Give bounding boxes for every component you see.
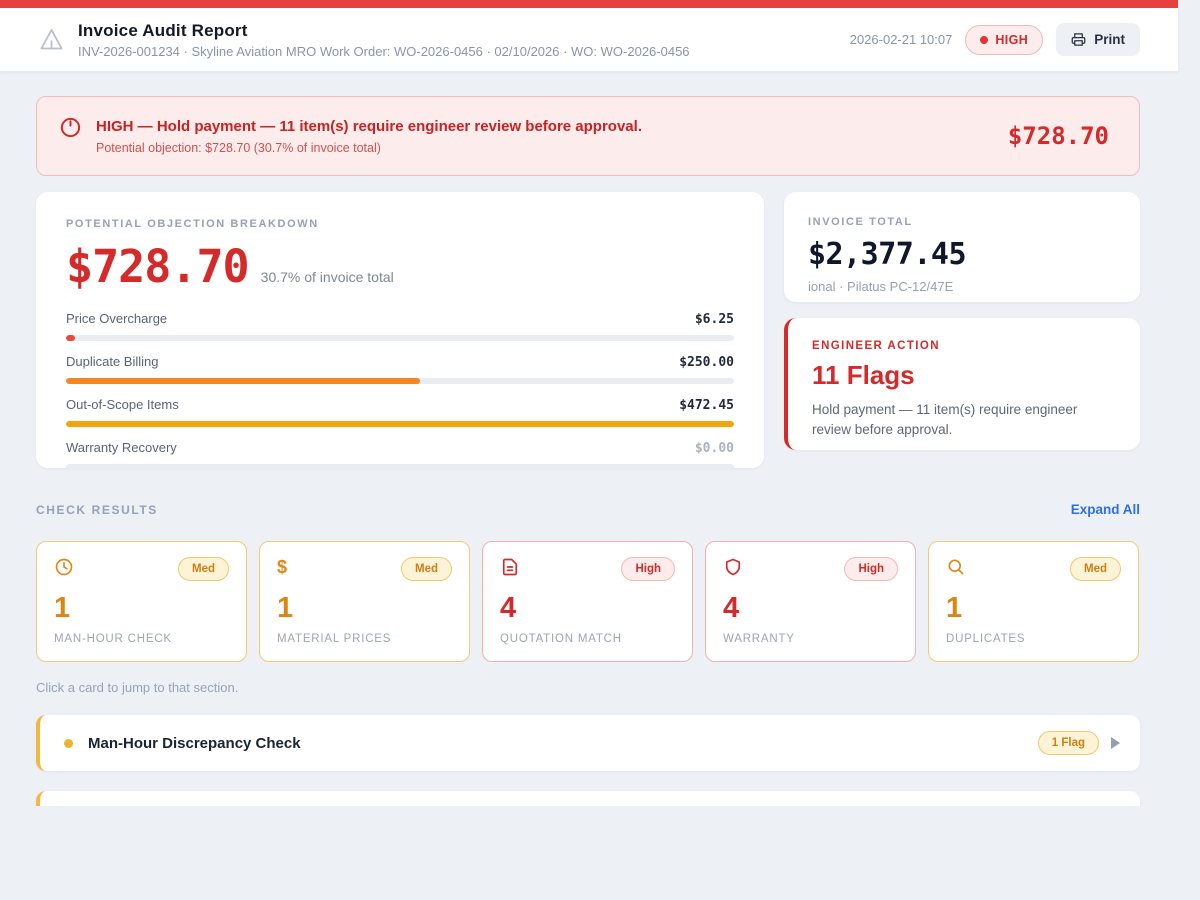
flag-count: 1 <box>54 592 229 625</box>
engineer-action-flags: 11 Flags <box>812 360 1116 391</box>
bar-fill <box>66 335 75 341</box>
invoice-total-amount: $2,377.45 <box>808 237 1116 272</box>
flag-count: 4 <box>500 592 675 625</box>
severity-dot-icon <box>980 36 988 44</box>
check-results-label: CHECK RESULTS <box>36 503 158 517</box>
check-card-man-hour[interactable]: Med 1 MAN-HOUR CHECK <box>36 541 247 662</box>
bar-fill <box>66 421 734 427</box>
expand-arrow-icon[interactable] <box>1111 737 1120 749</box>
check-card-label: QUOTATION MATCH <box>500 633 675 645</box>
invoice-total-card: INVOICE TOTAL $2,377.45 ional · Pilatus … <box>784 192 1140 302</box>
cards-hint-text: Click a card to jump to that section. <box>36 680 1140 695</box>
engineer-action-description: Hold payment — 11 item(s) require engine… <box>812 400 1116 441</box>
bar-track <box>66 464 734 470</box>
top-accent-bar <box>0 0 1178 8</box>
potential-objection-breakdown-card: POTENTIAL OBJECTION BREAKDOWN $728.70 30… <box>36 192 764 468</box>
bar-row-price-overcharge: Price Overcharge $6.25 <box>66 311 734 341</box>
page-title: Invoice Audit Report <box>78 21 850 41</box>
check-card-material-prices[interactable]: $ Med 1 MATERIAL PRICES <box>259 541 470 662</box>
severity-badge: High <box>621 557 675 581</box>
alert-title: HIGH — Hold payment — 11 item(s) require… <box>96 118 1008 135</box>
bar-value: $250.00 <box>679 355 734 370</box>
bar-track <box>66 378 734 384</box>
bar-row-out-of-scope: Out-of-Scope Items $472.45 <box>66 397 734 427</box>
flag-dot-icon <box>64 739 73 748</box>
bar-fill <box>66 378 420 384</box>
dollar-icon: $ <box>277 557 297 577</box>
objection-share: 30.7% of invoice total <box>261 269 394 285</box>
severity-badge: Med <box>178 557 229 581</box>
bar-label: Out-of-Scope Items <box>66 397 179 412</box>
bar-value: $6.25 <box>695 312 734 327</box>
check-card-quotation-match[interactable]: High 4 QUOTATION MATCH <box>482 541 693 662</box>
flag-count: 4 <box>723 592 898 625</box>
objection-bars: Price Overcharge $6.25 Duplicate Billing… <box>66 311 734 470</box>
print-button[interactable]: Print <box>1056 23 1140 56</box>
invoice-total-label: INVOICE TOTAL <box>808 216 1116 228</box>
severity-badge: HIGH <box>965 25 1043 55</box>
flag-count: 1 <box>277 592 452 625</box>
print-button-label: Print <box>1094 32 1125 47</box>
flag-count-badge: 1 Flag <box>1038 731 1099 755</box>
check-cards-row: Med 1 MAN-HOUR CHECK $ Med 1 MATERIAL PR… <box>36 541 1140 662</box>
bar-label: Price Overcharge <box>66 311 167 326</box>
engineer-action-card: ENGINEER ACTION 11 Flags Hold payment — … <box>784 318 1140 450</box>
invoice-total-meta: ional · Pilatus PC-12/47E <box>808 279 1116 294</box>
breakdown-card-label: POTENTIAL OBJECTION BREAKDOWN <box>66 218 734 230</box>
hold-payment-alert-banner: HIGH — Hold payment — 11 item(s) require… <box>36 96 1140 176</box>
expand-all-link[interactable]: Expand All <box>1071 502 1140 517</box>
bar-row-duplicate-billing: Duplicate Billing $250.00 <box>66 354 734 384</box>
check-card-label: WARRANTY <box>723 633 898 645</box>
flag-count: 1 <box>946 592 1121 625</box>
severity-badge: High <box>844 557 898 581</box>
bar-track <box>66 421 734 427</box>
section-man-hour-discrepancy[interactable]: Man-Hour Discrepancy Check 1 Flag <box>36 715 1140 771</box>
bar-label: Warranty Recovery <box>66 440 177 455</box>
section-title: Man-Hour Discrepancy Check <box>88 735 1038 752</box>
check-card-label: MATERIAL PRICES <box>277 633 452 645</box>
app-logo-triangle-icon <box>38 26 65 53</box>
objection-amount: $728.70 <box>66 240 249 293</box>
invoice-meta-subtitle: INV-2026-001234 · Skyline Aviation MRO W… <box>78 44 850 59</box>
alert-subtitle: Potential objection: $728.70 (30.7% of i… <box>96 141 1008 155</box>
check-card-label: MAN-HOUR CHECK <box>54 633 229 645</box>
bar-value: $0.00 <box>695 441 734 456</box>
document-icon <box>500 557 520 577</box>
section-material-price[interactable]: Material Price Check 1 Flag <box>36 791 1140 806</box>
header: Invoice Audit Report INV-2026-001234 · S… <box>0 8 1178 72</box>
printer-icon <box>1071 32 1086 47</box>
alert-circle-icon <box>59 116 82 139</box>
shield-icon <box>723 557 743 577</box>
severity-badge-label: HIGH <box>995 33 1028 47</box>
engineer-action-label: ENGINEER ACTION <box>812 340 1116 352</box>
check-card-label: DUPLICATES <box>946 633 1121 645</box>
bar-track <box>66 335 734 341</box>
clock-icon <box>54 557 74 577</box>
bar-value: $472.45 <box>679 398 734 413</box>
main-content: HIGH — Hold payment — 11 item(s) require… <box>0 72 1200 806</box>
report-timestamp: 2026-02-21 10:07 <box>850 32 953 47</box>
severity-badge: Med <box>1070 557 1121 581</box>
check-card-duplicates[interactable]: Med 1 DUPLICATES <box>928 541 1139 662</box>
search-icon <box>946 557 966 577</box>
bar-label: Duplicate Billing <box>66 354 159 369</box>
check-card-warranty[interactable]: High 4 WARRANTY <box>705 541 916 662</box>
severity-badge: Med <box>401 557 452 581</box>
bar-row-warranty-recovery: Warranty Recovery $0.00 <box>66 440 734 470</box>
alert-amount: $728.70 <box>1008 122 1109 150</box>
